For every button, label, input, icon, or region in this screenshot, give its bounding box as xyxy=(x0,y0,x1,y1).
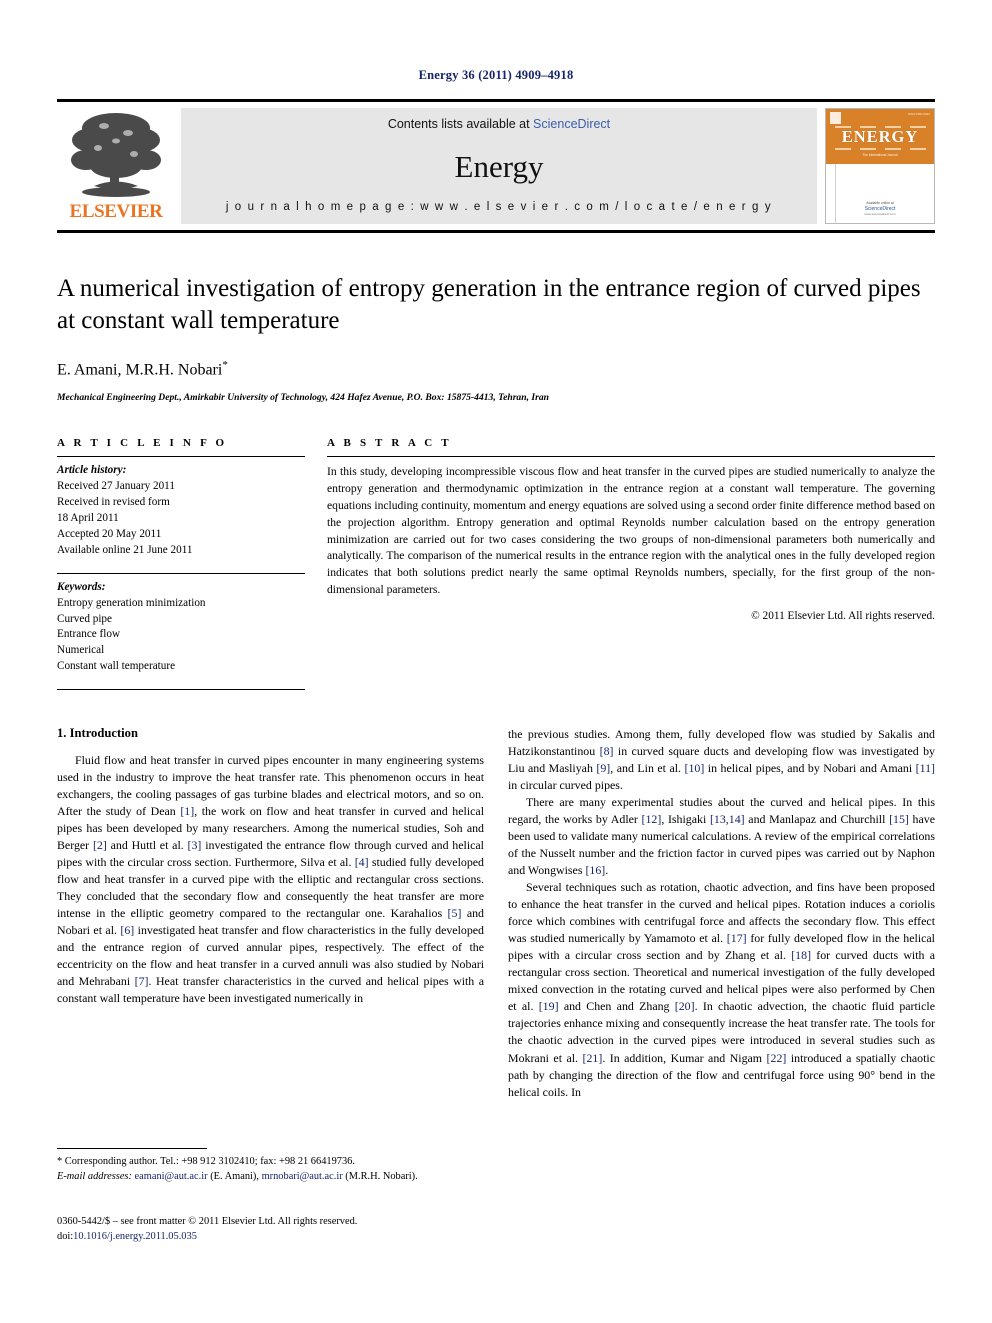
abstract-text: In this study, developing incompressible… xyxy=(327,465,935,596)
keywords-group: Keywords: Entropy generation minimizatio… xyxy=(57,574,305,675)
journal-homepage-link[interactable]: j o u r n a l h o m e p a g e : w w w . … xyxy=(226,201,772,213)
cover-body: Available online at ScienceDirect www.sc… xyxy=(826,164,934,223)
article-info-column: A R T I C L E I N F O Article history: R… xyxy=(57,437,305,691)
email-link-1[interactable]: eamani@aut.ac.ir xyxy=(135,1171,208,1182)
history-item: Received 27 January 2011 xyxy=(57,480,175,493)
contents-prefix: Contents lists available at xyxy=(387,117,534,131)
author-names: E. Amani, M.R.H. Nobari xyxy=(57,361,223,379)
journal-cover-thumbnail: ISSN 0360-5442 ENERGY The International … xyxy=(825,108,935,224)
citation-reference[interactable]: [3] xyxy=(188,838,202,852)
imprint-block: 0360-5442/$ – see front matter © 2011 El… xyxy=(57,1214,357,1244)
paragraph: the previous studies. Among them, fully … xyxy=(508,727,935,793)
abstract-heading: A B S T R A C T xyxy=(327,437,452,450)
sciencedirect-link[interactable]: ScienceDirect xyxy=(533,117,610,131)
article-history-label: Article history: xyxy=(57,464,127,477)
cover-elsevier-icon xyxy=(830,112,841,124)
article-info-heading: A R T I C L E I N F O xyxy=(57,437,228,450)
footnote-rule xyxy=(57,1148,207,1149)
email-owner-1: (E. Amani) xyxy=(210,1170,257,1182)
cover-topic-row-2 xyxy=(830,147,930,150)
keyword-item: Numerical xyxy=(57,644,105,657)
keyword-item: Entropy generation minimization xyxy=(57,596,206,609)
keyword-item: Entrance flow xyxy=(57,628,121,641)
citation-reference[interactable]: [9] xyxy=(596,761,610,775)
citation-reference[interactable]: [7] xyxy=(135,974,149,988)
email-addresses-label: E-mail addresses: xyxy=(57,1170,132,1182)
doi-link[interactable]: 10.1016/j.energy.2011.05.035 xyxy=(73,1231,197,1242)
citation-reference[interactable]: [11] xyxy=(916,761,935,775)
email-owner-2: (M.R.H. Nobari). xyxy=(345,1170,418,1182)
footnote-area: * Corresponding author. Tel.: +98 912 31… xyxy=(57,1148,484,1185)
history-item: Available online 21 June 2011 xyxy=(57,543,193,556)
cover-title: ENERGY xyxy=(841,127,919,146)
running-head: Energy 36 (2011) 4909–4918 xyxy=(418,68,574,82)
citation-reference[interactable]: [6] xyxy=(120,923,134,937)
paper-page: Energy 36 (2011) 4909–4918 ELSEVIER Cont… xyxy=(0,0,992,1323)
abstract-column: A B S T R A C T In this study, developin… xyxy=(327,437,935,690)
citation-reference[interactable]: [1] xyxy=(180,804,194,818)
citation-reference[interactable]: [8] xyxy=(600,744,614,758)
cover-issn: ISSN 0360-5442 xyxy=(907,112,930,116)
paragraph: There are many experimental studies abou… xyxy=(508,795,935,878)
imprint-front-matter: 0360-5442/$ – see front matter © 2011 El… xyxy=(57,1216,358,1227)
imprint-doi-line: doi:10.1016/j.energy.2011.05.035 xyxy=(57,1229,357,1244)
cover-available-label: Available online at xyxy=(866,201,894,205)
citation-reference[interactable]: [22] xyxy=(767,1051,787,1065)
history-item: 18 April 2011 xyxy=(57,512,119,525)
citation-reference[interactable]: [16] xyxy=(585,863,605,877)
cover-url: www.sciencedirect.com xyxy=(864,212,896,216)
citation-reference[interactable]: [20] xyxy=(675,999,695,1013)
history-item: Accepted 20 May 2011 xyxy=(57,527,162,540)
corresponding-author-marker: * xyxy=(222,359,228,371)
elsevier-tree-icon xyxy=(71,113,161,197)
abstract-copyright: © 2011 Elsevier Ltd. All rights reserved… xyxy=(751,609,935,622)
elsevier-wordmark: ELSEVIER xyxy=(69,201,163,222)
banner-center: Contents lists available at ScienceDirec… xyxy=(181,108,817,224)
citation-reference[interactable]: [5] xyxy=(448,906,462,920)
info-abstract-section: A R T I C L E I N F O Article history: R… xyxy=(57,437,935,691)
article-history-group: Article history: Received 27 January 201… xyxy=(57,457,305,558)
title-block: A numerical investigation of entropy gen… xyxy=(57,273,935,403)
body-column-left: 1. Introduction Fluid flow and heat tran… xyxy=(57,726,484,1100)
journal-title: Energy xyxy=(454,148,544,184)
citation-reference[interactable]: [17] xyxy=(727,931,747,945)
keyword-item: Constant wall temperature xyxy=(57,660,176,673)
citation-reference[interactable]: [18] xyxy=(791,948,811,962)
journal-banner: ELSEVIER Contents lists available at Sci… xyxy=(57,99,935,233)
cover-publisher-row: ISSN 0360-5442 xyxy=(830,112,930,124)
author-list: E. Amani, M.R.H. Nobari* xyxy=(57,359,935,379)
citation-reference[interactable]: [21] xyxy=(583,1051,603,1065)
doi-label: doi: xyxy=(57,1231,74,1243)
email-link-2[interactable]: mrnobari@aut.ac.ir xyxy=(262,1171,343,1182)
paragraph: Several techniques such as rotation, cha… xyxy=(508,880,935,1099)
citation-reference[interactable]: [2] xyxy=(93,838,107,852)
citation-reference[interactable]: [13,14] xyxy=(710,812,745,826)
keyword-item: Curved pipe xyxy=(57,612,112,625)
citation-reference[interactable]: [15] xyxy=(889,812,909,826)
corresponding-author-note: * Corresponding author. Tel.: +98 912 31… xyxy=(57,1156,418,1182)
affiliation: Mechanical Engineering Dept., Amirkabir … xyxy=(57,392,549,404)
cover-subtitle: The International Journal xyxy=(862,152,898,157)
article-info-rule-bottom xyxy=(57,689,305,691)
section-title-introduction: 1. Introduction xyxy=(57,726,138,741)
citation-reference[interactable]: [12] xyxy=(642,812,662,826)
elsevier-logo: ELSEVIER xyxy=(57,102,175,230)
body-column-right: the previous studies. Among them, fully … xyxy=(508,726,935,1100)
body-columns: 1. Introduction Fluid flow and heat tran… xyxy=(57,726,935,1100)
keywords-label: Keywords: xyxy=(57,580,106,593)
corresponding-author-text: * Corresponding author. Tel.: +98 912 31… xyxy=(57,1156,355,1167)
paper-title: A numerical investigation of entropy gen… xyxy=(57,275,921,334)
contents-available-line: Contents lists available at ScienceDirec… xyxy=(388,117,610,131)
citation-reference[interactable]: [10] xyxy=(684,761,704,775)
citation-reference[interactable]: [19] xyxy=(539,999,559,1013)
citation-reference[interactable]: [4] xyxy=(355,855,369,869)
paragraph: Fluid flow and heat transfer in curved p… xyxy=(57,753,484,1006)
cover-top: ISSN 0360-5442 ENERGY The International … xyxy=(826,109,934,164)
history-item: Received in revised form xyxy=(57,496,170,509)
